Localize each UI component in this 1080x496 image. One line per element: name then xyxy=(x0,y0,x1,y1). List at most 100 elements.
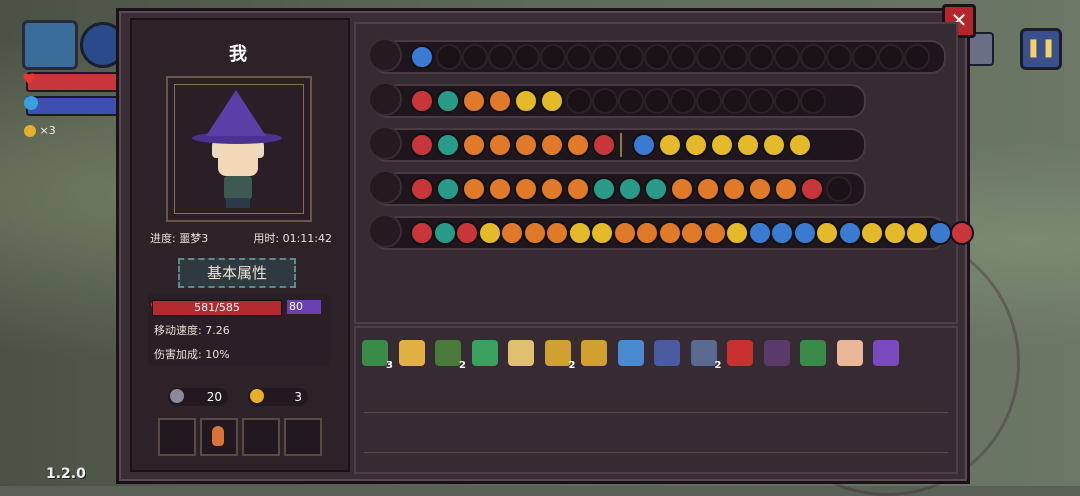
red-gem-icon[interactable] xyxy=(410,89,434,113)
blue-gem-icon[interactable] xyxy=(410,45,434,69)
bug-item-icon[interactable] xyxy=(763,340,790,366)
cape-item-icon[interactable] xyxy=(435,340,461,366)
stone-item-icon[interactable] xyxy=(690,340,717,366)
red-gem-icon[interactable] xyxy=(950,221,974,245)
chest-icon[interactable] xyxy=(368,38,402,72)
orange-gem-icon[interactable] xyxy=(514,133,538,157)
staff-icon[interactable] xyxy=(368,82,402,116)
gold-gem-icon[interactable] xyxy=(736,133,760,157)
empty-slot[interactable] xyxy=(670,44,696,70)
empty-slot[interactable] xyxy=(826,176,852,202)
orange-gem-icon[interactable] xyxy=(500,221,524,245)
orange-gem-icon[interactable] xyxy=(722,177,746,201)
gold-gem-icon[interactable] xyxy=(590,221,614,245)
orange-gem-icon[interactable] xyxy=(696,177,720,201)
empty-slot[interactable] xyxy=(592,44,618,70)
teal-gem-icon[interactable] xyxy=(436,133,460,157)
orange-gem-icon[interactable] xyxy=(670,177,694,201)
demon-item-icon[interactable] xyxy=(727,340,753,366)
empty-slot[interactable] xyxy=(722,44,748,70)
robe-item-icon[interactable] xyxy=(362,340,388,366)
empty-slot[interactable] xyxy=(488,44,514,70)
diamond-item-icon[interactable] xyxy=(544,340,571,366)
empty-slot[interactable] xyxy=(592,88,618,114)
empty-slot[interactable] xyxy=(722,88,748,114)
blue-gem-icon[interactable] xyxy=(792,221,817,245)
empty-slot[interactable] xyxy=(696,44,722,70)
orange-gem-icon[interactable] xyxy=(488,133,512,157)
horn-item-icon[interactable] xyxy=(508,340,534,366)
orange-gem-icon[interactable] xyxy=(635,221,659,245)
orange-gem-icon[interactable] xyxy=(545,221,569,245)
gold-gem-icon[interactable] xyxy=(658,133,682,157)
orange-gem-icon[interactable] xyxy=(488,89,512,113)
empty-slot[interactable] xyxy=(696,88,722,114)
orange-gem-icon[interactable] xyxy=(702,221,727,245)
red-gem-icon[interactable] xyxy=(800,177,824,201)
empty-slot[interactable] xyxy=(514,44,540,70)
gold-gem-icon[interactable] xyxy=(762,133,786,157)
gold-gem-icon[interactable] xyxy=(540,89,564,113)
orange-gem-icon[interactable] xyxy=(566,177,590,201)
gold-gem-icon[interactable] xyxy=(882,221,907,245)
blue-gem-icon[interactable] xyxy=(632,133,656,157)
empty-slot[interactable] xyxy=(800,44,826,70)
orange-gem-icon[interactable] xyxy=(540,133,564,157)
teal-gem-icon[interactable] xyxy=(618,177,642,201)
orange-gem-icon[interactable] xyxy=(514,177,538,201)
blue-gem-icon[interactable] xyxy=(837,221,862,245)
gold-gem-icon[interactable] xyxy=(860,221,884,245)
empty-slot[interactable] xyxy=(462,44,488,70)
basic-attributes-button[interactable]: 基本属性 xyxy=(178,258,296,288)
teal-gem-icon[interactable] xyxy=(436,177,460,201)
helmet-item-icon[interactable] xyxy=(471,340,498,366)
teal-gem-icon[interactable] xyxy=(432,221,457,245)
gold-gem-icon[interactable] xyxy=(684,133,708,157)
hud-chest-icon[interactable] xyxy=(22,20,78,70)
orange-gem-icon[interactable] xyxy=(680,221,704,245)
bird-item-icon[interactable] xyxy=(398,340,425,366)
gold-gem-icon[interactable] xyxy=(788,133,812,157)
empty-slot[interactable] xyxy=(800,88,826,114)
empty-slot[interactable] xyxy=(774,88,800,114)
blue-gem-icon[interactable] xyxy=(747,221,772,245)
crystal-item-icon[interactable] xyxy=(617,340,644,366)
staff-icon[interactable] xyxy=(368,126,402,160)
gold-gem-icon[interactable] xyxy=(477,221,502,245)
blue-gem-icon[interactable] xyxy=(770,221,794,245)
red-gem-icon[interactable] xyxy=(455,221,479,245)
equipment-slot-1[interactable] xyxy=(158,418,196,456)
empty-slot[interactable] xyxy=(644,88,670,114)
gold-gem-icon[interactable] xyxy=(905,221,929,245)
orange-gem-icon[interactable] xyxy=(612,221,637,245)
teal-gem-icon[interactable] xyxy=(644,177,668,201)
blue-gem-icon[interactable] xyxy=(927,221,952,245)
red-gem-icon[interactable] xyxy=(410,133,434,157)
empty-slot[interactable] xyxy=(852,44,878,70)
red-gem-icon[interactable] xyxy=(592,133,616,157)
teal-gem-icon[interactable] xyxy=(436,89,460,113)
empty-slot[interactable] xyxy=(618,44,644,70)
gold-gem-icon[interactable] xyxy=(725,221,749,245)
staff-icon[interactable] xyxy=(368,170,402,204)
gold-gem-icon[interactable] xyxy=(710,133,734,157)
hat-item-icon[interactable] xyxy=(873,340,899,366)
red-gem-icon[interactable] xyxy=(410,177,434,201)
orange-gem-icon[interactable] xyxy=(462,177,486,201)
gold-gem-icon[interactable] xyxy=(567,221,592,245)
empty-slot[interactable] xyxy=(748,88,774,114)
gold-gem-icon[interactable] xyxy=(815,221,839,245)
boot-item-icon[interactable] xyxy=(800,340,826,366)
pig-item-icon[interactable] xyxy=(836,340,863,366)
empty-slot[interactable] xyxy=(904,44,930,70)
orange-gem-icon[interactable] xyxy=(540,177,564,201)
teal-gem-icon[interactable] xyxy=(592,177,616,201)
orange-gem-icon[interactable] xyxy=(462,89,486,113)
empty-slot[interactable] xyxy=(826,44,852,70)
empty-slot[interactable] xyxy=(644,44,670,70)
pause-button[interactable]: ❚❚ xyxy=(1020,28,1062,70)
orange-gem-icon[interactable] xyxy=(488,177,512,201)
red-gem-icon[interactable] xyxy=(410,221,434,245)
staff-icon[interactable] xyxy=(368,214,402,248)
empty-slot[interactable] xyxy=(436,44,462,70)
